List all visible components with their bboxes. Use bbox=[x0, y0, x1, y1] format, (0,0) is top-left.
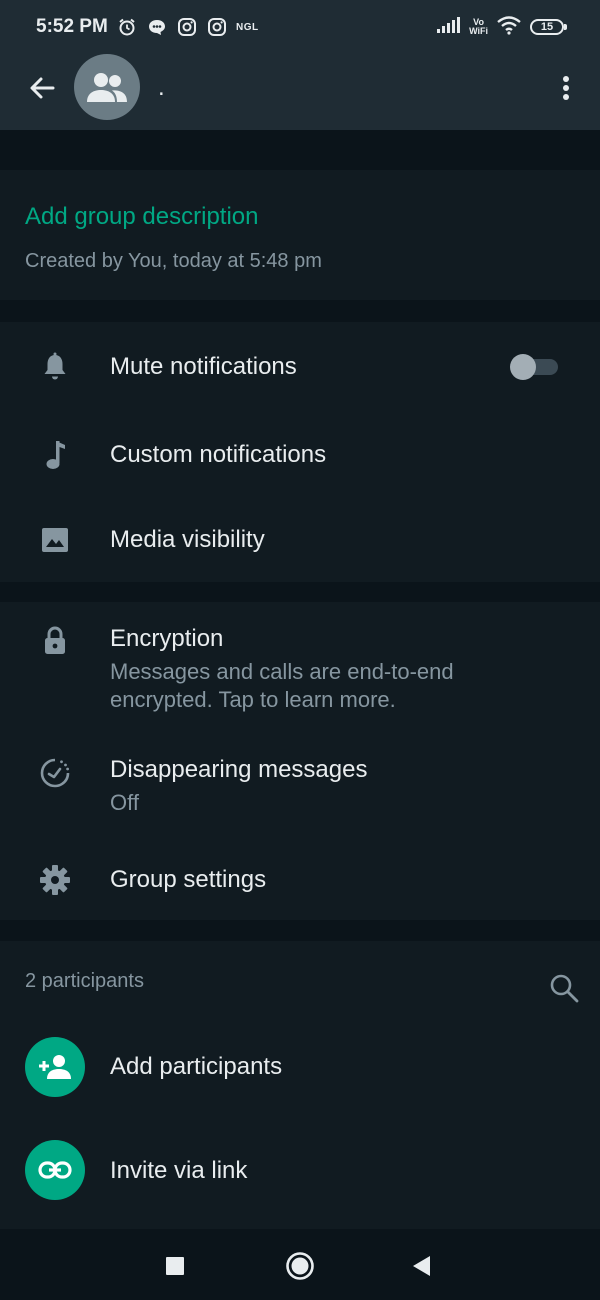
add-participants-label[interactable]: Add participants bbox=[110, 1053, 282, 1081]
back-nav-button[interactable] bbox=[404, 1248, 440, 1284]
app-header: 5:52 PM NGL Vo WiFi 15 . bbox=[0, 0, 600, 130]
battery-level: 15 bbox=[540, 21, 554, 33]
media-visibility-label[interactable]: Media visibility bbox=[110, 526, 265, 554]
image-icon bbox=[38, 523, 72, 557]
chat-bubble-icon bbox=[146, 16, 168, 38]
status-bar: 5:52 PM NGL Vo WiFi 15 bbox=[0, 0, 600, 56]
disappearing-messages-title[interactable]: Disappearing messages bbox=[110, 756, 367, 784]
signal-icon bbox=[437, 16, 461, 38]
recents-button[interactable] bbox=[157, 1248, 193, 1284]
gear-icon bbox=[38, 863, 72, 897]
disappearing-timer-icon bbox=[38, 756, 72, 790]
add-person-icon bbox=[39, 1055, 71, 1079]
group-settings-label[interactable]: Group settings bbox=[110, 866, 266, 894]
link-icon bbox=[38, 1161, 72, 1179]
status-time: 5:52 PM bbox=[36, 16, 108, 37]
invite-link-icon-circle[interactable] bbox=[25, 1140, 85, 1200]
triangle-left-icon bbox=[413, 1256, 430, 1276]
back-button[interactable] bbox=[24, 68, 60, 108]
created-by-text: Created by You, today at 5:48 pm bbox=[25, 250, 322, 272]
home-button[interactable] bbox=[282, 1248, 318, 1284]
disappearing-messages-value: Off bbox=[110, 790, 139, 815]
group-avatar[interactable] bbox=[74, 54, 140, 120]
add-group-description-link[interactable]: Add group description bbox=[25, 203, 258, 231]
encryption-description: Messages and calls are end-to-end encryp… bbox=[110, 659, 454, 712]
circle-icon bbox=[286, 1252, 314, 1280]
add-participant-icon-circle[interactable] bbox=[25, 1037, 85, 1097]
vowifi-bottom: WiFi bbox=[469, 26, 488, 36]
system-navigation-bar bbox=[0, 1230, 600, 1300]
ngl-app-label: NGL bbox=[236, 21, 259, 33]
encryption-title[interactable]: Encryption bbox=[110, 625, 223, 653]
alarm-icon bbox=[116, 16, 138, 38]
description-card bbox=[0, 170, 600, 300]
invite-via-link-label[interactable]: Invite via link bbox=[110, 1157, 247, 1185]
mute-notifications-toggle[interactable] bbox=[510, 354, 558, 380]
notification-icons: NGL bbox=[116, 14, 259, 40]
participants-count: 2 participants bbox=[25, 970, 144, 992]
group-icon bbox=[87, 73, 127, 102]
music-note-icon bbox=[38, 438, 72, 472]
wifi-icon bbox=[496, 15, 522, 40]
instagram-icon bbox=[176, 16, 198, 38]
more-vertical-icon bbox=[563, 76, 569, 100]
instagram-icon bbox=[206, 16, 228, 38]
battery-icon: 15 bbox=[530, 19, 567, 35]
mute-notifications-label[interactable]: Mute notifications bbox=[110, 353, 297, 381]
group-name[interactable]: . bbox=[158, 74, 165, 102]
search-icon bbox=[550, 974, 579, 1003]
arrow-left-icon bbox=[30, 77, 55, 99]
section-gap bbox=[0, 150, 600, 166]
system-icons: Vo WiFi 15 bbox=[437, 14, 567, 40]
vowifi-indicator: Vo WiFi bbox=[469, 18, 488, 36]
toggle-knob bbox=[510, 354, 536, 380]
square-icon bbox=[166, 1257, 184, 1275]
lock-icon bbox=[38, 624, 72, 658]
custom-notifications-label[interactable]: Custom notifications bbox=[110, 441, 326, 469]
overflow-menu-button[interactable] bbox=[552, 68, 580, 108]
bell-icon bbox=[38, 350, 72, 384]
search-participants-button[interactable] bbox=[546, 970, 582, 1006]
